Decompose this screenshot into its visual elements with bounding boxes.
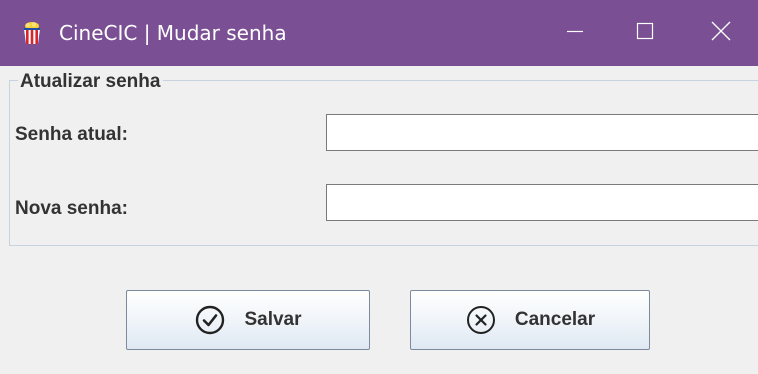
save-button[interactable]: Salvar bbox=[126, 290, 370, 350]
title-bar[interactable]: CineCIC | Mudar senha bbox=[0, 0, 758, 66]
minimize-button[interactable] bbox=[540, 0, 610, 66]
x-circle-icon bbox=[465, 304, 497, 336]
close-icon bbox=[710, 20, 732, 46]
maximize-button[interactable] bbox=[610, 0, 680, 66]
cancel-button[interactable]: Cancelar bbox=[410, 290, 650, 350]
current-password-label: Senha atual: bbox=[15, 124, 128, 145]
change-password-window: CineCIC | Mudar senha Atualizar senha Se… bbox=[0, 0, 758, 374]
new-password-field[interactable] bbox=[326, 184, 758, 221]
window-title: CineCIC | Mudar senha bbox=[59, 21, 287, 45]
check-circle-icon bbox=[194, 304, 226, 336]
close-button[interactable] bbox=[686, 0, 756, 66]
group-title: Atualizar senha bbox=[18, 70, 164, 94]
cancel-button-label: Cancelar bbox=[514, 309, 596, 330]
app-logo-icon bbox=[20, 21, 44, 45]
maximize-icon bbox=[635, 21, 655, 45]
password-group-box bbox=[9, 80, 758, 246]
minimize-icon bbox=[565, 21, 585, 45]
save-button-label: Salvar bbox=[244, 309, 302, 330]
new-password-label: Nova senha: bbox=[15, 198, 128, 219]
current-password-field[interactable] bbox=[326, 114, 758, 151]
